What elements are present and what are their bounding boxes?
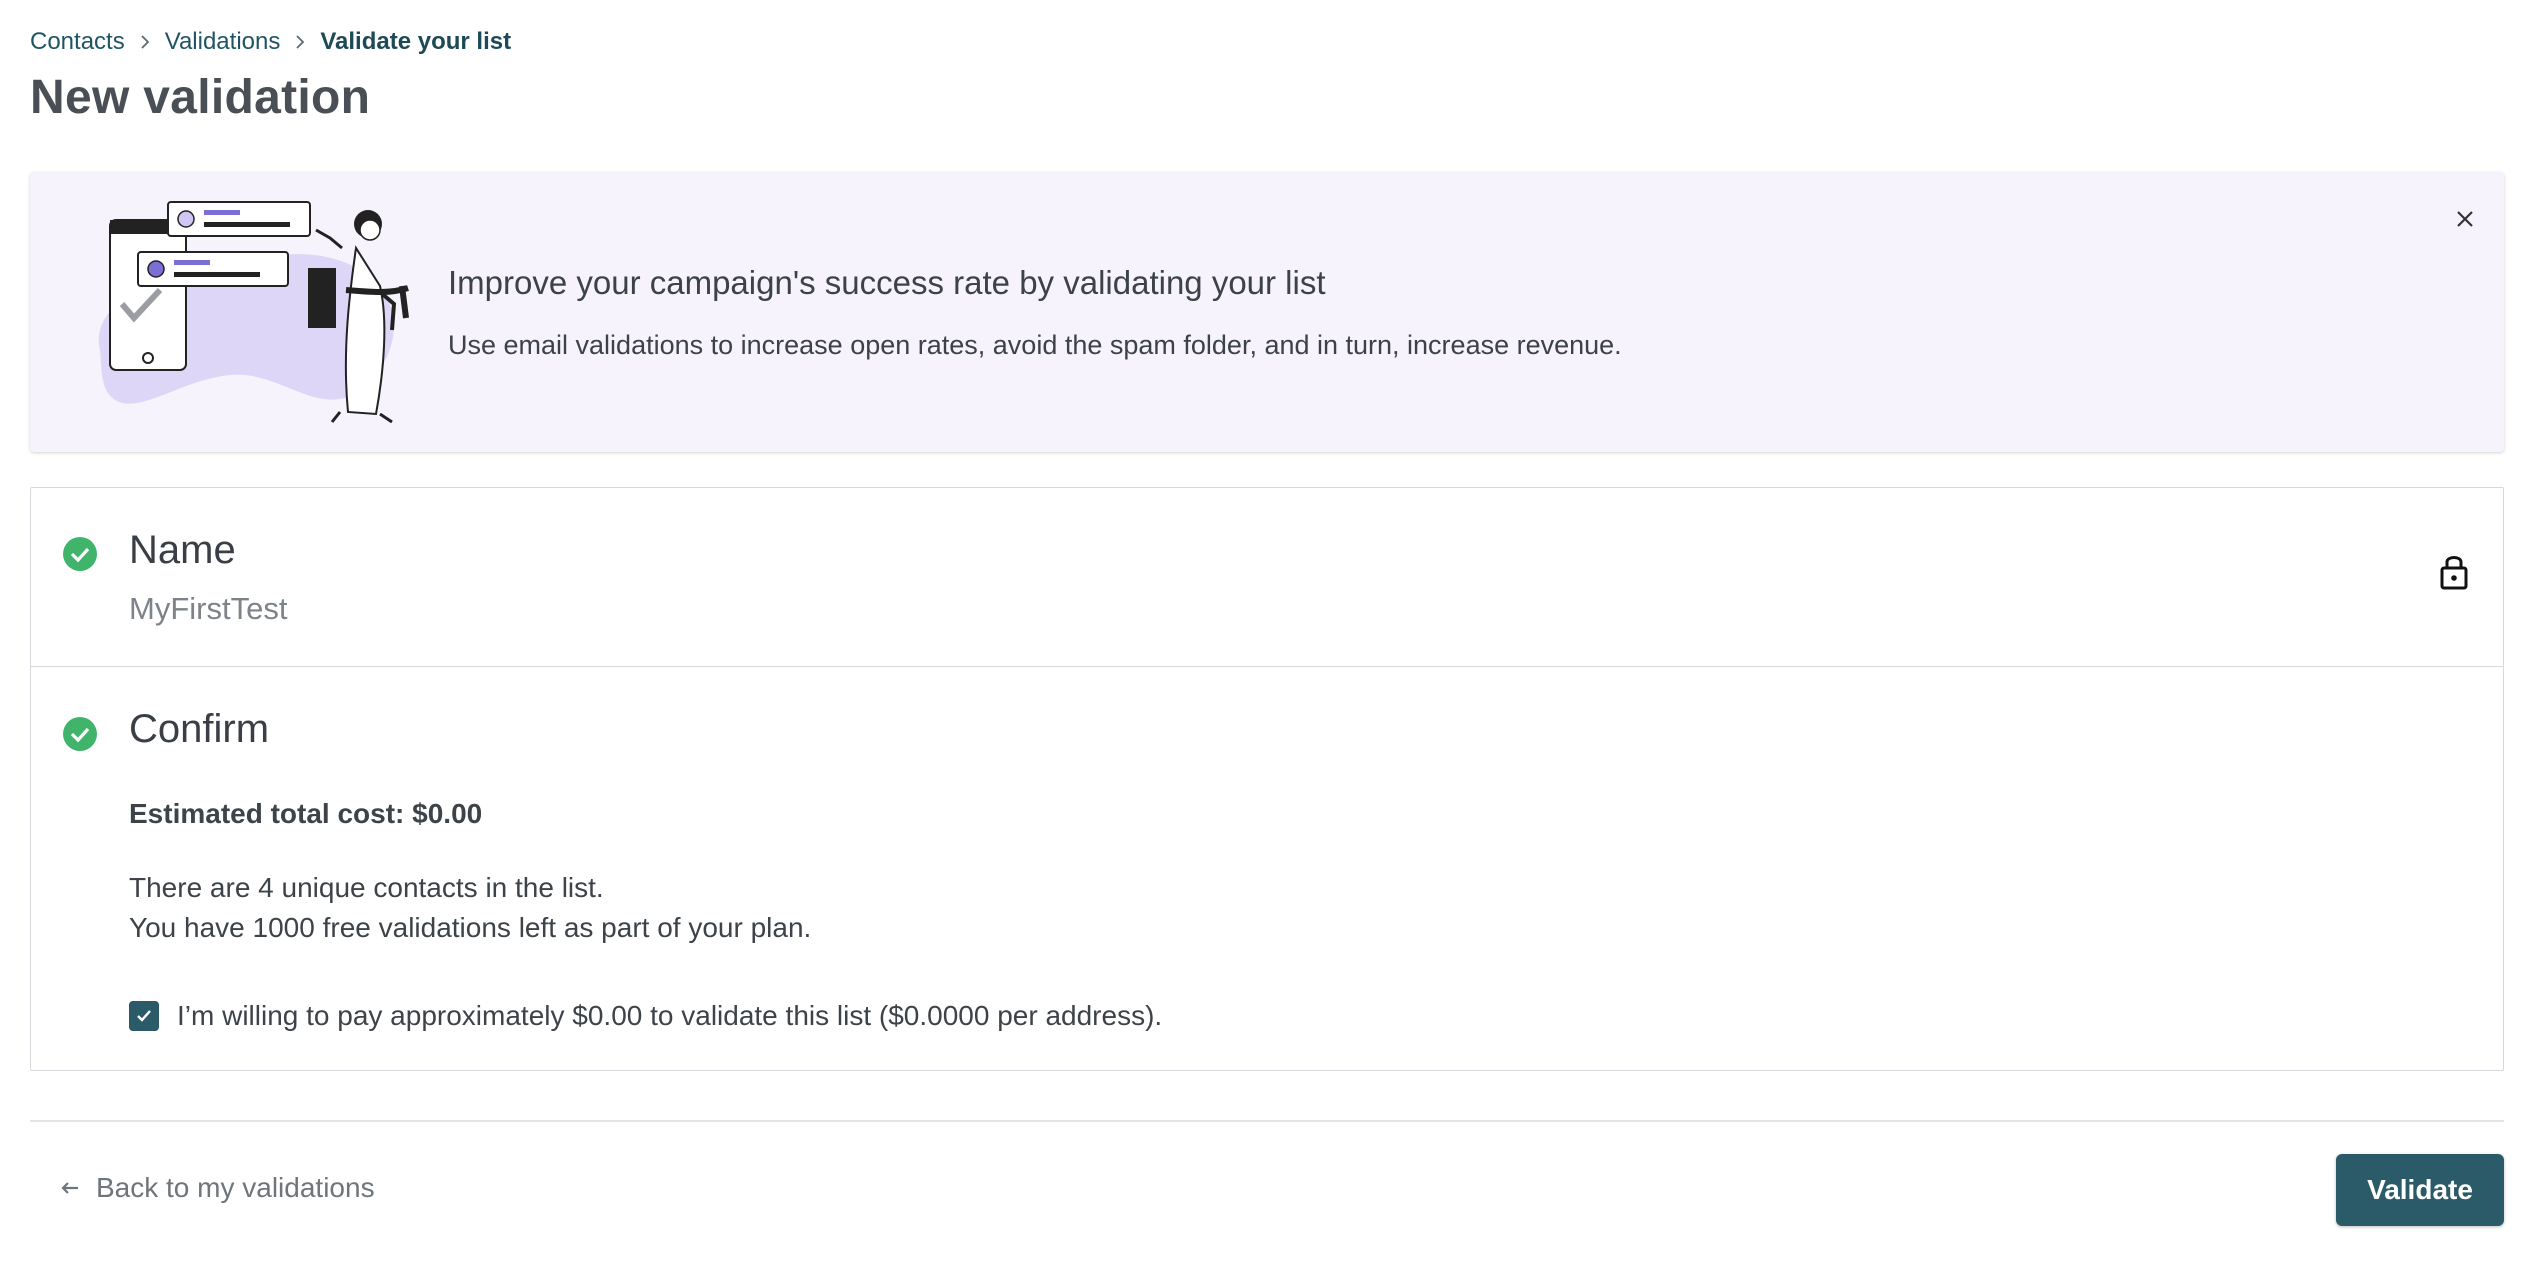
back-link-label: Back to my validations: [96, 1172, 375, 1203]
consent-checkbox[interactable]: [129, 1001, 159, 1031]
chevron-right-icon: [125, 35, 165, 49]
info-banner: Improve your campaign's success rate by …: [30, 172, 2504, 452]
step-confirm-title: Confirm: [129, 707, 270, 751]
close-icon[interactable]: [2450, 204, 2480, 234]
list-validation-illustration: [98, 201, 409, 424]
lock-icon[interactable]: [2439, 552, 2469, 590]
checkmark-icon: [137, 1010, 151, 1022]
step-name-title: Name: [129, 528, 236, 572]
unique-contacts-text: There are 4 unique contacts in the list.: [129, 872, 604, 903]
validate-button[interactable]: Validate: [2336, 1154, 2504, 1226]
footer-divider: [30, 1120, 2504, 1122]
check-circle-icon: [63, 537, 97, 571]
step-name: Name MyFirstTest: [31, 488, 2503, 667]
breadcrumb: Contacts Validations Validate your list: [30, 28, 511, 56]
validation-steps: Name MyFirstTest Confirm Estimated total…: [30, 487, 2504, 1071]
back-to-validations-link[interactable]: Back to my validations: [60, 1172, 375, 1204]
consent-row: I’m willing to pay approximately $0.00 t…: [129, 1000, 1162, 1032]
free-validations-text: You have 1000 free validations left as p…: [129, 912, 812, 943]
page-title: New validation: [30, 71, 371, 124]
banner-description: Use email validations to increase open r…: [448, 330, 1622, 360]
breadcrumb-contacts[interactable]: Contacts: [30, 28, 125, 56]
check-circle-icon: [63, 717, 97, 751]
step-confirm: Confirm Estimated total cost: $0.00 Ther…: [31, 667, 2503, 1070]
breadcrumb-validations[interactable]: Validations: [165, 28, 281, 56]
arrow-left-icon: [61, 1182, 78, 1194]
step-name-value: MyFirstTest: [129, 591, 288, 626]
breadcrumb-current: Validate your list: [320, 28, 512, 55]
estimated-cost: Estimated total cost: $0.00: [129, 798, 483, 829]
chevron-right-icon: [280, 35, 320, 49]
banner-title: Improve your campaign's success rate by …: [448, 264, 1326, 301]
consent-label[interactable]: I’m willing to pay approximately $0.00 t…: [177, 1000, 1162, 1032]
